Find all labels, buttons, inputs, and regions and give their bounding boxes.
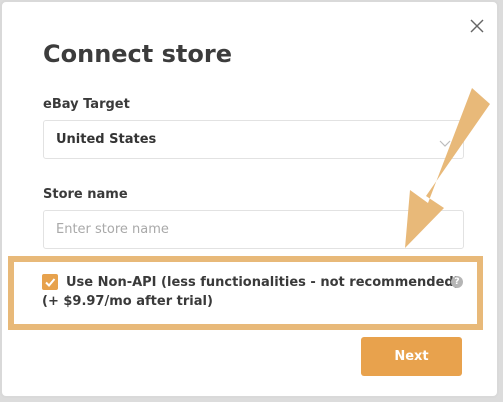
next-button[interactable]: Next [361,337,462,376]
ebay-target-label: eBay Target [43,97,130,112]
question-icon[interactable]: ? [451,276,463,288]
non-api-label: Use Non-API (less functionalities - not … [66,275,460,290]
chevron-down-icon [439,134,451,147]
non-api-price-note: (+ $9.97/mo after trial) [42,294,213,309]
store-name-field-wrapper [43,210,464,249]
non-api-checkbox[interactable] [42,274,58,290]
page-title: Connect store [43,40,232,68]
annotation-highlight-box [8,256,483,330]
store-name-input[interactable] [44,211,463,248]
store-name-label: Store name [43,187,128,202]
ebay-target-select[interactable]: United States [43,120,464,159]
close-icon[interactable] [468,17,486,35]
ebay-target-value: United States [56,132,157,147]
